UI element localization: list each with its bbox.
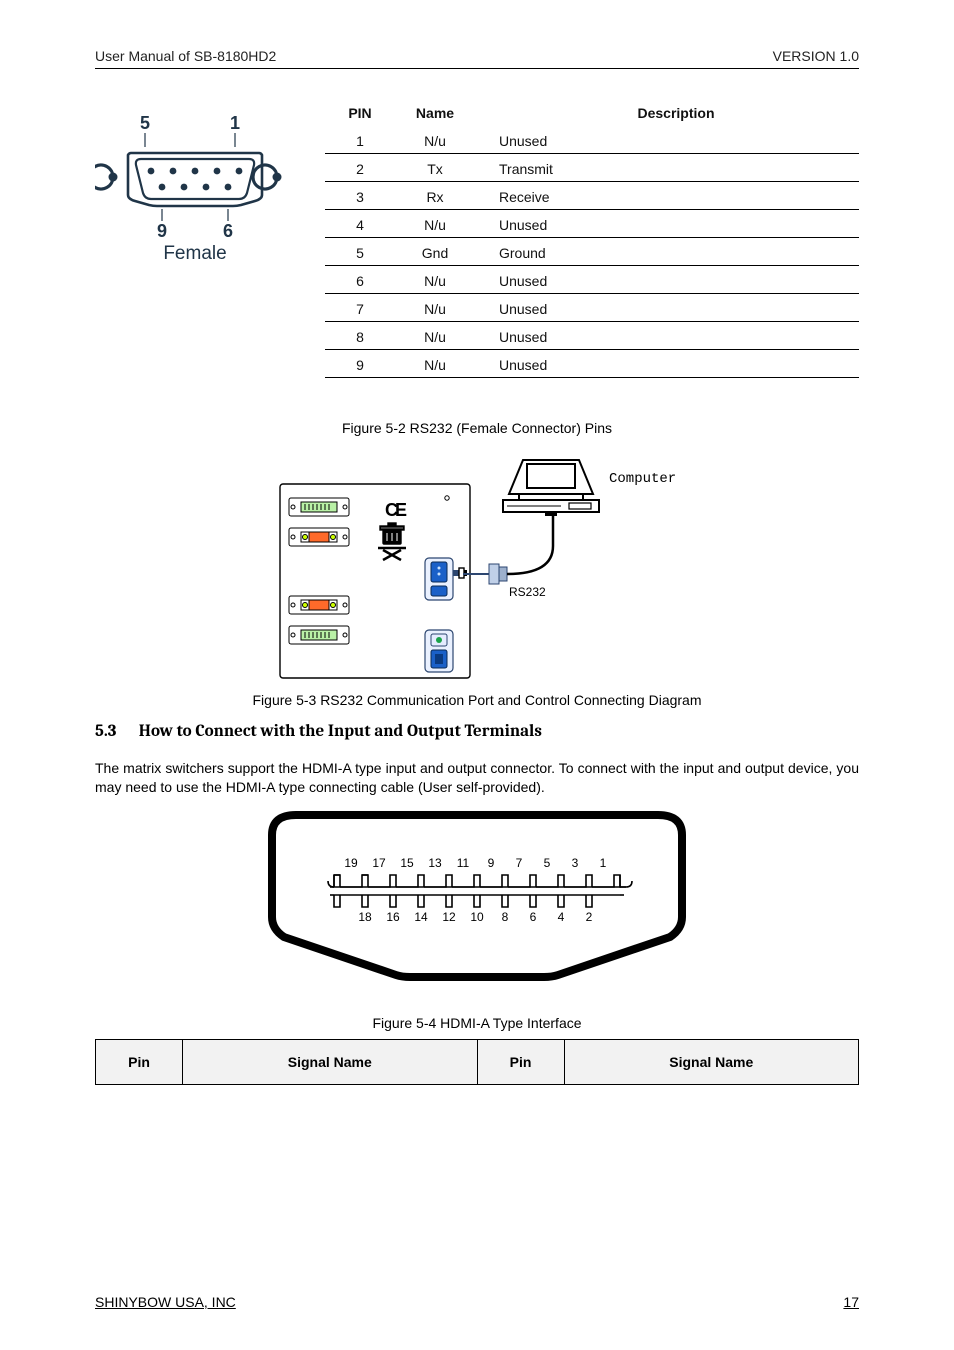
body-paragraph: The matrix switchers support the HDMI-A … (95, 759, 859, 797)
bt-h4: Signal Name (564, 1039, 859, 1084)
pin-table-h2: Name (395, 103, 475, 126)
label-female: Female (163, 243, 226, 264)
svg-text:13: 13 (428, 856, 442, 870)
svg-text:18: 18 (358, 910, 372, 924)
pin-label-1: 1 (230, 113, 240, 133)
table-row: 1N/uUnused (325, 126, 859, 154)
db9-connector-drawing: 5 1 9 (95, 103, 295, 269)
svg-text:9: 9 (488, 856, 495, 870)
bt-h3: Pin (477, 1039, 564, 1084)
footer-left: SHINYBOW USA, INC (95, 1294, 236, 1310)
header-divider (95, 68, 859, 69)
rs232-label: RS232 (509, 585, 546, 599)
pin-label-5: 5 (140, 113, 150, 133)
svg-text:10: 10 (470, 910, 484, 924)
pin-table: PIN Name Description 1N/uUnused 2TxTrans… (325, 103, 859, 378)
svg-text:1: 1 (600, 856, 607, 870)
header-right: VERSION 1.0 (773, 48, 859, 64)
svg-text:11: 11 (457, 856, 470, 870)
svg-text:4: 4 (558, 910, 565, 924)
svg-text:E: E (395, 500, 407, 520)
table-row: 7N/uUnused (325, 294, 859, 322)
hdmi-svg: 19 17 15 13 11 9 7 5 3 1 (262, 805, 692, 985)
row-db9-table: 5 1 9 (95, 103, 859, 378)
table-row: 9N/uUnused (325, 350, 859, 378)
rs232-diagram-wrap: C E (95, 454, 859, 684)
page: User Manual of SB-8180HD2 VERSION 1.0 5 … (0, 0, 954, 1350)
caption-rs232-pins: Figure 5-2 RS232 (Female Connector) Pins (95, 420, 859, 436)
svg-text:15: 15 (400, 856, 414, 870)
header: User Manual of SB-8180HD2 VERSION 1.0 (95, 48, 859, 68)
caption-hdmi: Figure 5-4 HDMI-A Type Interface (95, 1015, 859, 1031)
bt-h1: Pin (96, 1039, 183, 1084)
footer-right: 17 (843, 1294, 859, 1310)
svg-text:8: 8 (502, 910, 509, 924)
section-num: 5.3 (95, 722, 135, 741)
pin-label-6: 6 (223, 221, 233, 241)
svg-text:17: 17 (372, 856, 386, 870)
rs232-diagram-svg: C E (277, 454, 677, 684)
hdmi-pin-table: Pin Signal Name Pin Signal Name (95, 1039, 859, 1085)
hdmi-figure: 19 17 15 13 11 9 7 5 3 1 (95, 805, 859, 989)
computer-label: Computer (609, 471, 676, 487)
svg-text:19: 19 (344, 856, 358, 870)
table-row: 3RxReceive (325, 182, 859, 210)
db9-figure: 5 1 9 (95, 103, 295, 273)
svg-text:7: 7 (516, 856, 523, 870)
pin-table-h3: Description (475, 103, 859, 126)
svg-text:6: 6 (530, 910, 537, 924)
table-row: 6N/uUnused (325, 266, 859, 294)
svg-text:16: 16 (386, 910, 400, 924)
pin-table-wrap: PIN Name Description 1N/uUnused 2TxTrans… (325, 103, 859, 378)
bt-h2: Signal Name (183, 1039, 478, 1084)
caption-rs232-diagram: Figure 5-3 RS232 Communication Port and … (95, 692, 859, 708)
svg-text:2: 2 (586, 910, 593, 924)
svg-text:3: 3 (572, 856, 579, 870)
svg-text:14: 14 (414, 910, 428, 924)
footer: SHINYBOW USA, INC 17 (95, 1294, 859, 1310)
table-row: 2TxTransmit (325, 154, 859, 182)
pin-label-9: 9 (157, 221, 167, 241)
header-left: User Manual of SB-8180HD2 (95, 48, 276, 64)
svg-text:5: 5 (544, 856, 551, 870)
section-heading: 5.3 How to Connect with the Input and Ou… (95, 722, 859, 741)
table-row: 5GndGround (325, 238, 859, 266)
pin-table-h1: PIN (325, 103, 395, 126)
table-row: 4N/uUnused (325, 210, 859, 238)
section-title: How to Connect with the Input and Output… (139, 722, 542, 741)
table-row: 8N/uUnused (325, 322, 859, 350)
svg-text:12: 12 (442, 910, 456, 924)
